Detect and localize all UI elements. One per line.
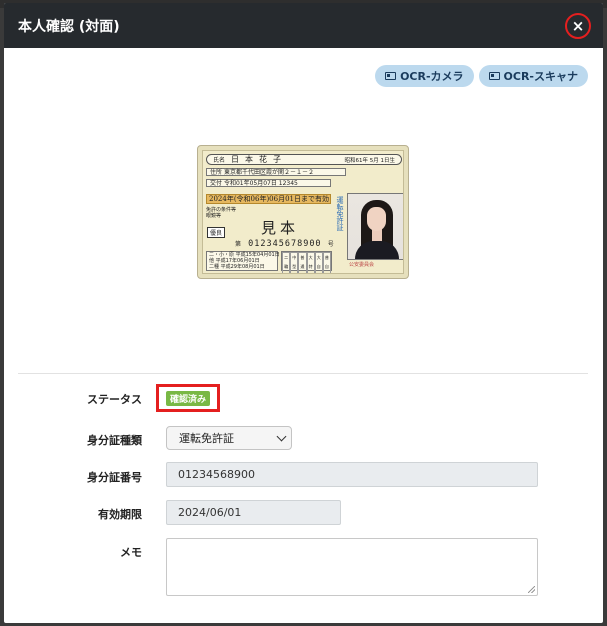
identity-verification-modal: 本人確認 (対面) × OCR-カメラ OCR-スキャナ 氏名 日本花子 昭和6…: [4, 3, 603, 623]
id-number-field[interactable]: 01234568900: [166, 462, 538, 487]
license-name-row: 氏名 日本花子 昭和61年 5月 1日生: [206, 154, 402, 165]
expiry-field[interactable]: 2024/06/01: [166, 500, 341, 525]
license-name-label: 氏名: [213, 157, 226, 164]
license-grid-cell: 普通: [298, 252, 307, 273]
license-issue: 交付 令和01年05月07日 12345: [206, 179, 331, 187]
license-grid-cell: 大特: [306, 252, 315, 273]
license-issue-value: 令和01年05月07日 12345: [223, 180, 298, 187]
license-seal: 公安委員会: [349, 262, 375, 268]
ocr-camera-button[interactable]: OCR-カメラ: [375, 65, 474, 87]
license-dates: 二・小・原 平成15年04月01日 他 平成17年06月01日 二種 平成29年…: [206, 251, 280, 271]
license-category-grid: 二輪 中型 普通 大特 大自二 普自二 小特 原付 け引 大二 中二 普二: [281, 251, 332, 273]
section-divider: [18, 373, 588, 374]
ocr-camera-label: OCR-カメラ: [400, 70, 464, 83]
id-type-select[interactable]: 運転免許証: [166, 426, 292, 450]
license-photo: [347, 193, 403, 260]
license-address-label: 住所: [210, 169, 223, 176]
license-number-value: 012345678900: [248, 239, 322, 249]
close-icon: ×: [571, 17, 585, 35]
modal-header: 本人確認 (対面) ×: [4, 3, 603, 48]
ocr-button-group: OCR-カメラ OCR-スキャナ: [375, 65, 588, 87]
license-birth: 昭和61年 5月 1日生: [344, 157, 396, 164]
close-button[interactable]: ×: [565, 13, 591, 39]
license-conditions: 免許の条件等 眼鏡等: [206, 207, 237, 219]
license-grid-cell: 大自二: [314, 252, 323, 273]
modal-title: 本人確認 (対面): [18, 18, 120, 35]
license-grid-cell: 中型: [290, 252, 299, 273]
status-badge: 確認済み: [165, 390, 210, 406]
license-grid-cell: 二輪: [282, 252, 291, 273]
expiry-value: 2024/06/01: [178, 506, 242, 519]
resize-handle-icon[interactable]: [528, 586, 535, 593]
drivers-license-image: 氏名 日本花子 昭和61年 5月 1日生 住所 東京都千代田区霞が関２－１－２ …: [197, 145, 409, 279]
memo-textarea[interactable]: [166, 538, 538, 596]
photo-face: [367, 207, 386, 231]
ocr-scanner-button[interactable]: OCR-スキャナ: [478, 65, 588, 87]
license-number: 第 012345678900 号: [235, 239, 335, 249]
license-issue-label: 交付: [210, 180, 223, 187]
status-highlight: 確認済み: [156, 384, 220, 412]
id-card-icon: [385, 72, 397, 80]
license-address: 住所 東京都千代田区霞が関２－１－２: [206, 168, 346, 176]
id-type-value: 運転免許証: [179, 432, 234, 445]
license-grid-cell: 普自二: [322, 252, 331, 273]
id-card-icon: [488, 72, 500, 80]
expiry-label: 有効期限: [98, 508, 142, 521]
license-name: 日本花子: [231, 155, 288, 164]
ocr-scanner-label: OCR-スキャナ: [503, 70, 578, 83]
license-card: 氏名 日本花子 昭和61年 5月 1日生 住所 東京都千代田区霞が関２－１－２ …: [202, 150, 404, 274]
license-number-suffix: 号: [327, 241, 335, 248]
license-sample-mark: 見本: [261, 219, 300, 237]
license-expiry: 2024年(令和06年)06月01日まで有効: [206, 194, 331, 204]
status-label: ステータス: [87, 393, 142, 406]
id-number-value: 01234568900: [178, 468, 255, 481]
license-vertical-title: 運転免許証: [336, 196, 344, 231]
id-number-label: 身分証番号: [87, 471, 142, 484]
license-address-value: 東京都千代田区霞が関２－１－２: [223, 169, 314, 176]
license-excellent-badge: 優良: [207, 227, 226, 238]
chevron-down-icon: [276, 431, 287, 442]
memo-label: メモ: [120, 546, 142, 559]
license-number-prefix: 第: [235, 241, 243, 248]
id-type-label: 身分証種類: [87, 434, 142, 447]
